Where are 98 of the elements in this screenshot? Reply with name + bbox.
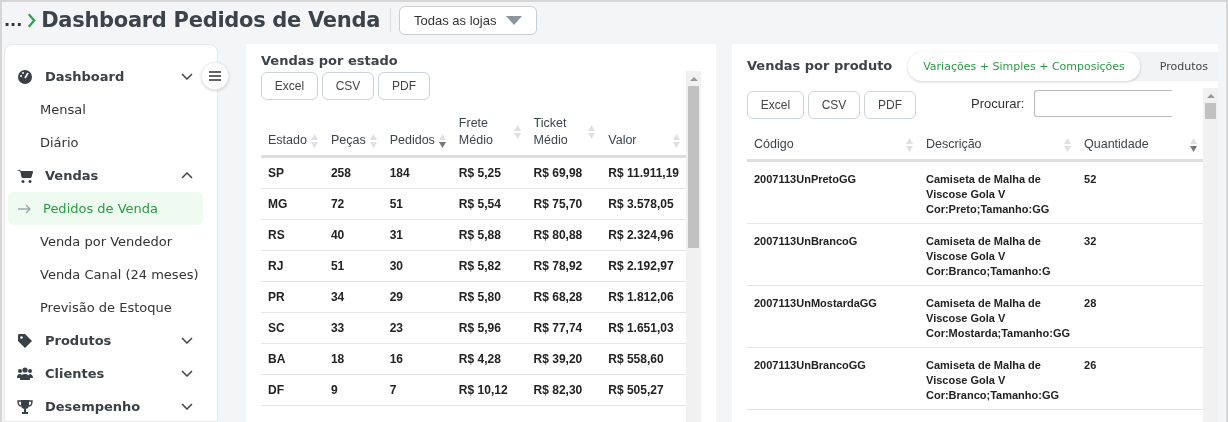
table-cell: 23 [382,312,452,344]
cart-icon [17,167,33,184]
table-cell: Camiseta de Malha de Viscose Gola V Cor:Preto;Tamanho:GG [919,160,1078,224]
speedometer-icon [17,68,33,85]
table-cell: R$ 69,98 [526,156,602,189]
column-header[interactable]: Frete Médio [451,112,527,157]
sidebar-group[interactable]: Desempenho [5,390,217,422]
table-cell: R$ 5,96 [451,312,527,344]
table-cell: 30 [382,250,452,282]
table-cell: 184 [382,156,452,189]
table-cell: 2007113UnBrancoGG [747,347,919,410]
table-cell: Camiseta de Malha de Viscose Gola V Cor:Branco;Tamanho:GG [919,347,1078,410]
chevron-down-icon [181,337,193,344]
table-cell: PR [261,281,324,313]
table-cell: R$ 5,82 [451,250,527,282]
export-button[interactable]: CSV [808,91,860,119]
page-title: Dashboard Pedidos de Venda [41,8,381,32]
table-cell: R$ 39,20 [526,343,602,375]
table-cell: R$ 78,92 [526,250,602,282]
tag-icon [17,332,33,349]
scrollbar[interactable] [1203,88,1218,422]
export-button[interactable]: PDF [864,91,916,119]
sidebar-group[interactable]: Produtos [5,324,217,357]
table-cell: 7 [382,374,452,406]
scrollbar[interactable] [686,71,701,422]
search-label: Procurar: [971,95,1025,111]
table-cell: 31 [382,219,452,251]
sidebar-group[interactable]: Clientes [5,357,217,390]
export-button[interactable]: Excel [747,91,804,119]
table-cell: 2007113UnBrancoG [747,223,919,286]
table-cell: 2007113UnPretoGG [747,160,919,224]
table-cell: R$ 75,70 [526,188,602,220]
panel-title: Vendas por produto [747,58,893,73]
export-button[interactable]: PDF [378,72,430,100]
panel-title: Vendas por estado [261,53,399,68]
table-cell: Camiseta de Malha de Viscose Gola V Cor:Mostarda;Tamanho:GG [919,285,1078,348]
table-cell: Camiseta de Malha de Viscose Gola V Cor:Branco;Tamanho:G [919,223,1078,286]
sidebar-item[interactable]: Previsão de Estoque [5,291,203,324]
breadcrumb-ellipsis[interactable]: ... [4,10,23,30]
chevron-down-icon [181,370,193,377]
export-button[interactable]: Excel [261,72,318,100]
chevron-right-icon [27,12,37,28]
sidebar-group[interactable]: Vendas [5,159,217,192]
sidebar-item[interactable]: Diário [5,126,203,159]
table-cell: 16 [382,343,452,375]
column-header[interactable]: Código [747,125,919,161]
trophy-icon [17,398,33,415]
table-cell: MG [261,188,324,220]
table-cell: R$ 5,88 [451,219,527,251]
table-cell: R$ 77,74 [526,312,602,344]
chevron-down-icon [181,403,193,410]
table-cell: SP [261,156,324,189]
table-cell: BA [261,343,324,375]
table-cell: 2007113UnMostardaGG [747,285,919,348]
table-cell: 9 [323,374,383,406]
table-cell: 258 [323,156,383,189]
table-cell: 33 [323,312,383,344]
column-header[interactable]: Descrição [919,125,1078,161]
arrow-right-icon [18,203,32,214]
chevron-down-icon [181,73,193,80]
table-cell: R$ 4,28 [451,343,527,375]
store-select[interactable]: Todas as lojas [399,5,538,35]
table-cell: 34 [323,281,383,313]
caret-icon [506,15,523,25]
export-button[interactable]: CSV [322,72,374,100]
column-header[interactable]: Estado [261,112,324,157]
column-header[interactable]: Pedidos [382,112,452,157]
chevron-up-icon [181,172,193,179]
sidebar-item[interactable]: Venda Canal (24 meses) [5,258,203,291]
table-cell: 51 [382,188,452,220]
table-cell: RJ [261,250,324,282]
column-header[interactable]: Ticket Médio [526,112,602,157]
tab[interactable]: Variações + Simples + Composições [908,52,1140,81]
table-cell: RS [261,219,324,251]
sidebar-group[interactable]: Dashboard [5,60,217,93]
tab[interactable]: Produtos [1139,52,1218,81]
table-cell: R$ 5,54 [451,188,527,220]
sidebar-item[interactable]: Mensal [5,93,203,126]
table-cell: DF [261,374,324,406]
search-field[interactable] [1034,89,1173,117]
menu-button[interactable] [201,62,229,90]
table-cell: R$ 10,12 [451,374,527,406]
table-cell: R$ 5,25 [451,156,527,189]
sidebar-item[interactable]: Venda por Vendedor [5,225,203,258]
table-cell: R$ 5,80 [451,281,527,313]
table-cell: R$ 82,30 [526,374,602,406]
table-cell: 40 [323,219,383,251]
users-icon [17,365,33,382]
table-cell: 29 [382,281,452,313]
table-cell: 51 [323,250,383,282]
table-cell: SC [261,312,324,344]
sidebar-item[interactable]: Pedidos de Venda [8,192,203,225]
table-cell: R$ 68,28 [526,281,602,313]
menu-icon [209,71,221,81]
table-cell: 18 [323,343,383,375]
table-cell: 72 [323,188,383,220]
table-cell: R$ 80,88 [526,219,602,251]
column-header[interactable]: Peças [323,112,383,157]
